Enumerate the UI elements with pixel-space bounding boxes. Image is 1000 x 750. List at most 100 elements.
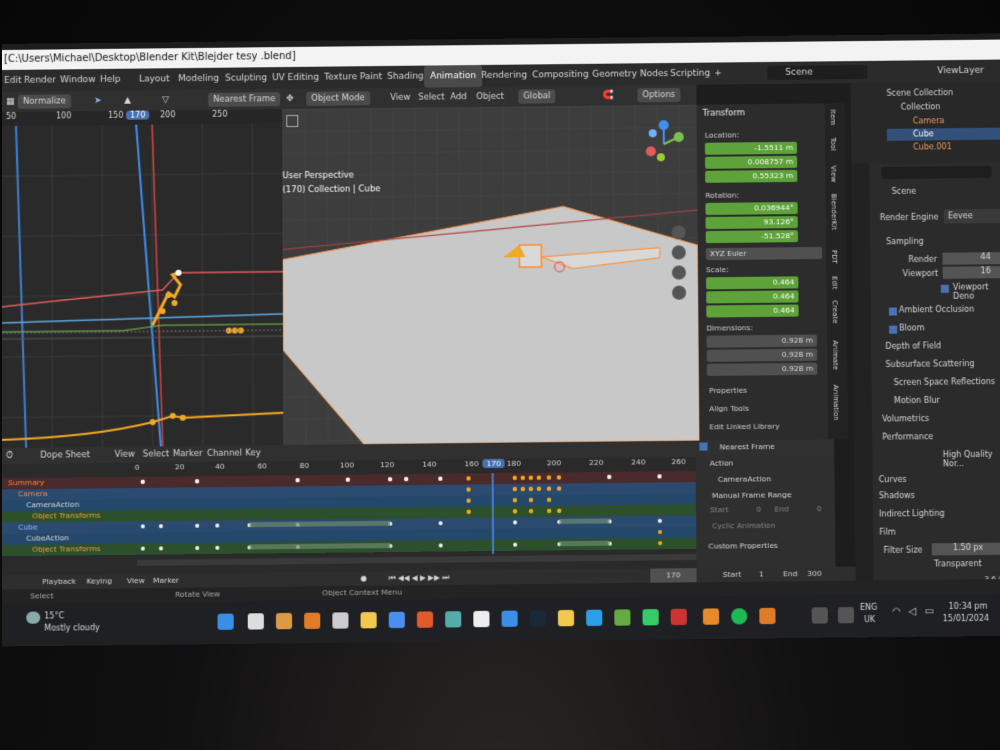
scene-selector[interactable]: Scene (767, 65, 867, 80)
tab-scripting[interactable]: Scripting (670, 63, 710, 85)
record-button[interactable]: ● (360, 572, 367, 586)
unity-icon[interactable] (473, 611, 489, 627)
viewport-scene[interactable] (282, 105, 699, 445)
chrome-icon[interactable] (389, 612, 405, 628)
viewport-menu-object[interactable]: Object (476, 87, 504, 107)
search-icon[interactable] (248, 613, 264, 629)
action-name[interactable]: CameraAction (718, 474, 771, 484)
timeline-keying[interactable]: Keying (87, 574, 112, 588)
language-primary[interactable]: ENG (860, 603, 877, 612)
current-frame-indicator[interactable]: 170 (482, 459, 504, 468)
menu-window[interactable]: Window (60, 69, 96, 91)
timeline-start-field[interactable]: 1 (759, 567, 764, 581)
tab-sculpting[interactable]: Sculpting (225, 67, 267, 89)
tab-modeling[interactable]: Modeling (178, 68, 219, 90)
timeline-view[interactable]: View (127, 574, 145, 588)
add-workspace-button[interactable]: + (714, 62, 722, 84)
snap-nearest-frame[interactable]: Nearest Frame (208, 92, 280, 107)
volumetrics-section[interactable]: Volumetrics (882, 414, 929, 424)
timeline-marker[interactable]: Marker (153, 574, 179, 588)
transparent-checkbox-label[interactable]: Transparent (934, 559, 982, 569)
rotation-x-field[interactable]: 0.036944° (705, 202, 797, 215)
ds-menu-channel[interactable]: Channel (207, 445, 242, 462)
edit-linked-library-section[interactable]: Edit Linked Library (709, 422, 779, 432)
app-icon[interactable] (445, 611, 461, 627)
render-engine-dropdown[interactable]: Eevee (944, 209, 1000, 224)
editor-type-icon[interactable]: ⏱ (6, 448, 13, 464)
properties-search[interactable] (881, 166, 991, 179)
blender-active-icon[interactable] (759, 608, 775, 624)
align-tools-section[interactable]: Align Tools (709, 404, 749, 413)
curves-section[interactable]: Curves (879, 475, 907, 484)
action-end-value[interactable]: 0 (817, 504, 822, 513)
ds-menu-view[interactable]: View (115, 447, 135, 463)
bloom-section[interactable]: Bloom (899, 323, 924, 332)
motion-blur-section[interactable]: Motion Blur (894, 396, 940, 406)
ao-checkbox[interactable] (889, 307, 897, 315)
scale-x-field[interactable]: 0.464 (706, 276, 798, 289)
tab-blenderkit[interactable]: BlenderKit (830, 194, 838, 231)
file-explorer-icon[interactable] (361, 612, 377, 628)
tab-geometry-nodes[interactable]: Geometry Nodes (592, 63, 668, 86)
dimension-y-field[interactable]: 0.928 m (707, 349, 818, 362)
custom-properties[interactable]: Custom Properties (708, 541, 778, 551)
rotation-y-field[interactable]: 93.126° (706, 216, 798, 229)
tab-create[interactable]: Create (831, 300, 839, 324)
language-secondary[interactable]: UK (864, 615, 875, 624)
cyclic-animation[interactable]: Cyclic Animation (712, 521, 775, 531)
volume-icon[interactable]: ◁ (908, 606, 916, 617)
snap-toggle-icon[interactable] (699, 443, 707, 451)
viewport-menu-select[interactable]: Select (418, 87, 444, 107)
ds-menu-marker[interactable]: Marker (173, 446, 203, 462)
battery-icon[interactable]: ▭ (924, 606, 934, 617)
tab-edit[interactable]: Edit (830, 276, 838, 290)
blender-icon[interactable] (304, 613, 320, 629)
dopesheet-mode-dropdown[interactable]: Dope Sheet (40, 447, 90, 464)
weather-temp[interactable]: 15°C (44, 611, 64, 620)
steam-icon[interactable] (530, 610, 546, 626)
menu-help[interactable]: Help (100, 69, 121, 91)
tab-animate[interactable]: Animate (831, 340, 839, 370)
dope-sheet[interactable]: ⏱ Dope Sheet View Select Marker Channel … (2, 441, 697, 576)
start-icon[interactable] (218, 614, 234, 630)
menu-edit[interactable]: Edit (4, 70, 21, 92)
graph-editor[interactable]: ▦ Normalize ➤ ▲ ▽ Nearest Frame 50 100 1… (2, 89, 283, 448)
ds-nearest-frame[interactable]: Nearest Frame (720, 442, 775, 452)
action-header[interactable]: Action (710, 458, 734, 467)
edge-icon[interactable] (586, 610, 602, 626)
3d-viewport[interactable]: ✥ Object Mode View Select Add Object Glo… (282, 85, 699, 445)
snap-icon[interactable]: 🧲 (602, 86, 613, 106)
outliner-scene-collection[interactable]: Scene Collection (886, 88, 953, 98)
scale-z-field[interactable]: 0.464 (706, 304, 798, 317)
view-layer-selector[interactable]: ViewLayer (937, 60, 984, 82)
editor-type-icon[interactable]: ✥ (286, 89, 294, 109)
outliner-cube-001[interactable]: Cube.001 (913, 142, 952, 151)
app-icon[interactable] (614, 609, 630, 625)
app-icon[interactable] (332, 612, 348, 628)
sampling-section[interactable]: Sampling (886, 237, 924, 246)
tab-pdt[interactable]: PDT (830, 250, 838, 264)
shadows-section[interactable]: Shadows (879, 491, 915, 500)
current-frame-field[interactable]: 170 (650, 568, 696, 583)
indirect-lighting-section[interactable]: Indirect Lighting (879, 509, 945, 519)
graph-curves[interactable] (2, 123, 283, 448)
playback-controls[interactable]: ⏮ ◀◀ ◀ ▶ ▶▶ ⏭ (389, 571, 450, 586)
zoom-icon[interactable] (672, 225, 686, 239)
grid-view-icon[interactable] (672, 286, 686, 300)
clock-time[interactable]: 10:34 pm (949, 602, 988, 612)
sticky-notes-icon[interactable] (558, 610, 574, 626)
ds-menu-key[interactable]: Key (245, 445, 261, 461)
performance-section[interactable]: Performance (882, 432, 933, 442)
outliner-camera[interactable]: Camera (913, 116, 945, 125)
tray-icon[interactable] (812, 607, 828, 623)
outliner-cube[interactable]: Cube (913, 129, 934, 138)
tab-texture-paint[interactable]: Texture Paint (324, 66, 382, 89)
location-x-field[interactable]: -1.5511 m (705, 142, 797, 155)
spotify-icon[interactable] (731, 608, 747, 624)
ds-menu-select[interactable]: Select (143, 446, 169, 462)
weather-desc[interactable]: Mostly cloudy (44, 623, 99, 633)
transform-orientation[interactable]: Global (518, 89, 555, 103)
filter-size-field[interactable]: 1.50 px (932, 543, 1000, 556)
film-section[interactable]: Film (879, 528, 895, 537)
tab-shading[interactable]: Shading (387, 66, 424, 88)
